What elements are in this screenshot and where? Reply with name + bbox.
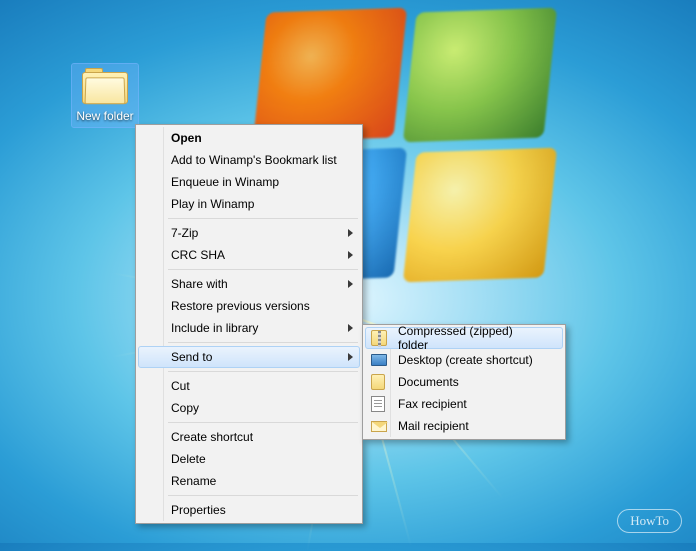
menu-separator [168,422,358,423]
desktop-icon [371,352,389,370]
mail-icon [371,418,389,436]
fax-icon [371,396,389,414]
menu-item-play-winamp[interactable]: Play in Winamp [138,193,360,215]
submenu-item-fax-recipient[interactable]: Fax recipient [365,393,563,415]
menu-separator [168,269,358,270]
menu-item-rename[interactable]: Rename [138,470,360,492]
context-menu: Open Add to Winamp's Bookmark list Enque… [135,124,363,524]
submenu-item-documents[interactable]: Documents [365,371,563,393]
menu-item-add-winamp-bookmark[interactable]: Add to Winamp's Bookmark list [138,149,360,171]
send-to-submenu: Compressed (zipped) folder Desktop (crea… [362,324,566,440]
menu-item-send-to[interactable]: Send to [138,346,360,368]
watermark-badge: HowTo [617,509,682,533]
submenu-item-desktop-shortcut[interactable]: Desktop (create shortcut) [365,349,563,371]
menu-item-delete[interactable]: Delete [138,448,360,470]
desktop-folder-icon[interactable]: New folder [72,64,138,127]
menu-item-7zip[interactable]: 7-Zip [138,222,360,244]
folder-icon [82,68,128,106]
menu-item-copy[interactable]: Copy [138,397,360,419]
chevron-right-icon [348,251,353,259]
menu-item-open[interactable]: Open [138,127,360,149]
menu-separator [168,342,358,343]
chevron-right-icon [348,229,353,237]
menu-item-crc-sha[interactable]: CRC SHA [138,244,360,266]
menu-item-share-with[interactable]: Share with [138,273,360,295]
zip-folder-icon [371,330,389,348]
menu-separator [168,218,358,219]
desktop-icon-label: New folder [74,109,136,123]
menu-item-include-library[interactable]: Include in library [138,317,360,339]
documents-icon [371,374,389,392]
menu-item-cut[interactable]: Cut [138,375,360,397]
chevron-right-icon [348,280,353,288]
menu-item-properties[interactable]: Properties [138,499,360,521]
submenu-item-compressed-folder[interactable]: Compressed (zipped) folder [365,327,563,349]
menu-item-enqueue-winamp[interactable]: Enqueue in Winamp [138,171,360,193]
chevron-right-icon [348,324,353,332]
menu-item-create-shortcut[interactable]: Create shortcut [138,426,360,448]
menu-separator [168,495,358,496]
menu-separator [168,371,358,372]
chevron-right-icon [348,353,353,361]
submenu-item-mail-recipient[interactable]: Mail recipient [365,415,563,437]
menu-item-restore-previous[interactable]: Restore previous versions [138,295,360,317]
